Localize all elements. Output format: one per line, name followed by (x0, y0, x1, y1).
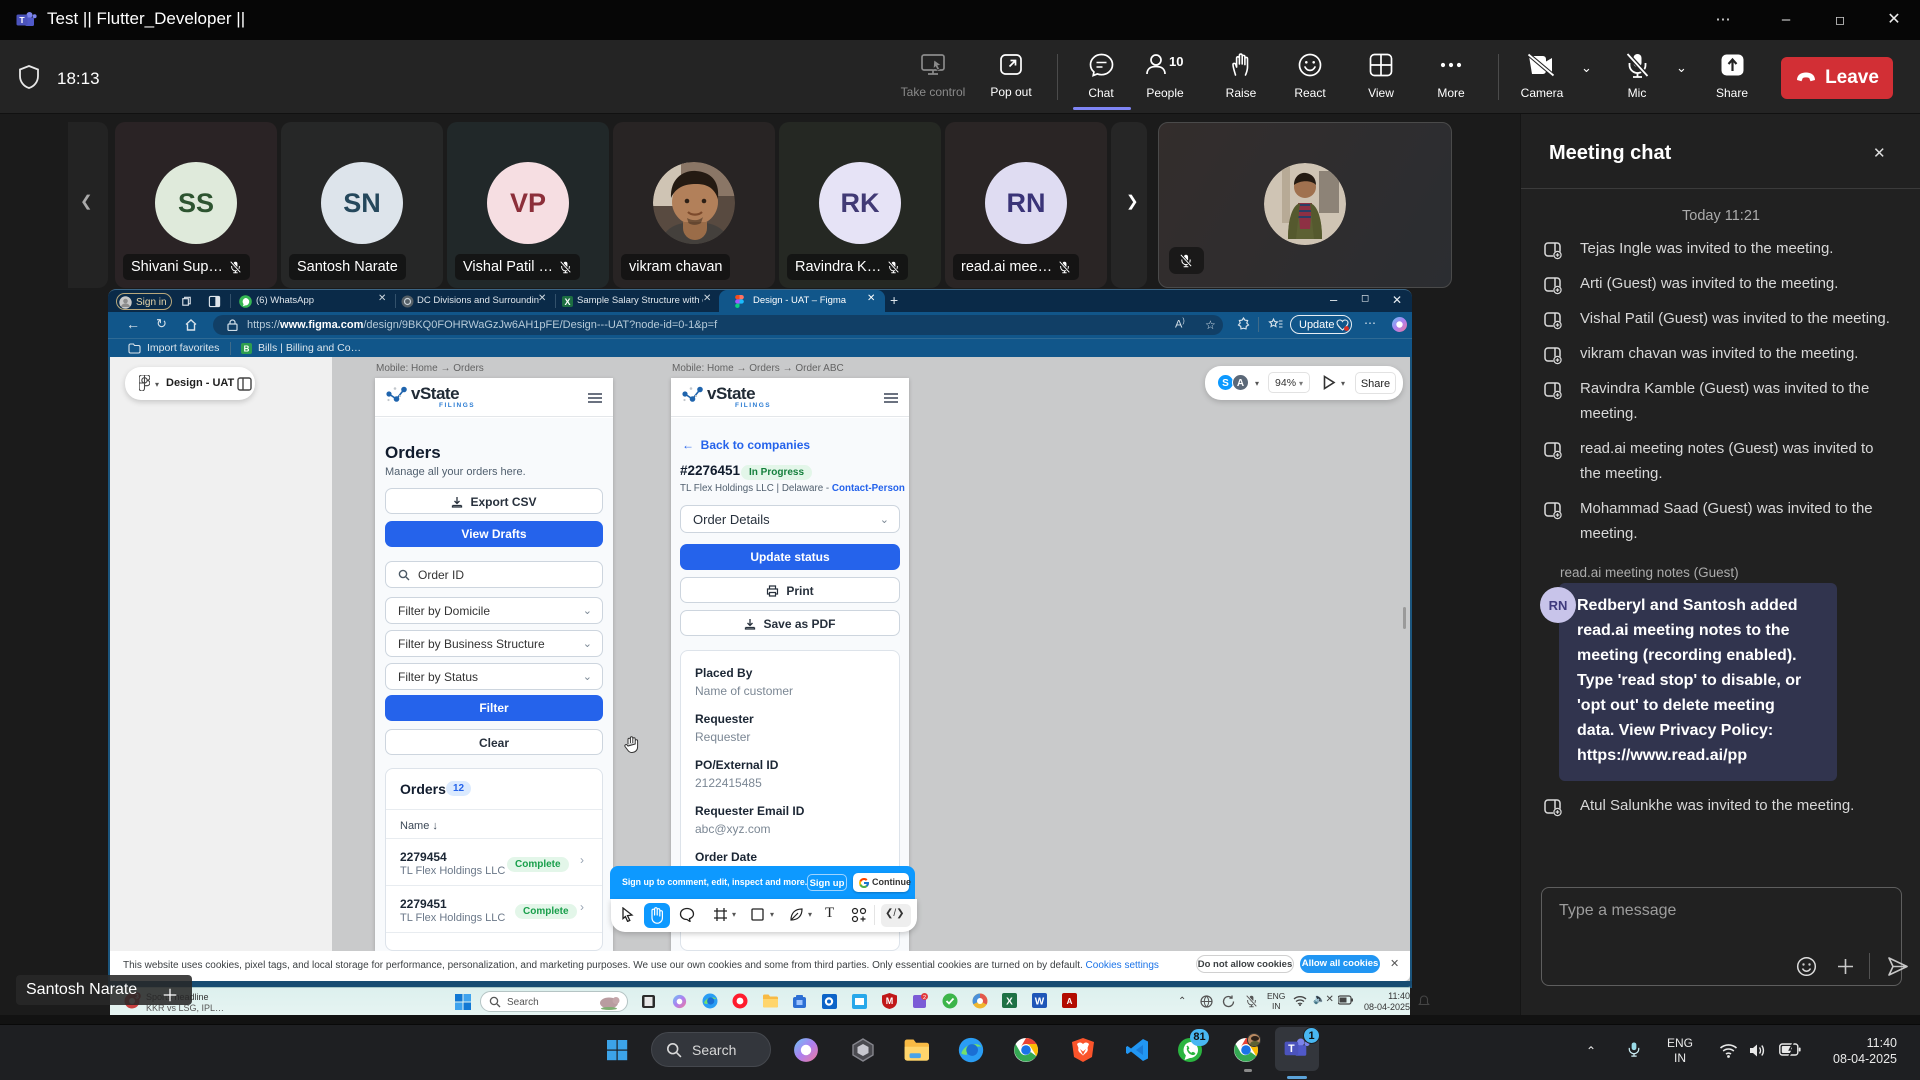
svg-text:W: W (1035, 997, 1045, 1008)
svg-text:10: 10 (1169, 54, 1183, 69)
svg-text:2: 2 (923, 995, 926, 1001)
svg-text:T: T (19, 15, 25, 25)
svg-text:T: T (1288, 1043, 1295, 1055)
svg-text:M: M (886, 996, 894, 1006)
svg-text:X: X (564, 297, 570, 307)
svg-text:X: X (1006, 997, 1013, 1008)
svg-text:A: A (1067, 997, 1073, 1006)
svg-text:B: B (244, 345, 250, 354)
